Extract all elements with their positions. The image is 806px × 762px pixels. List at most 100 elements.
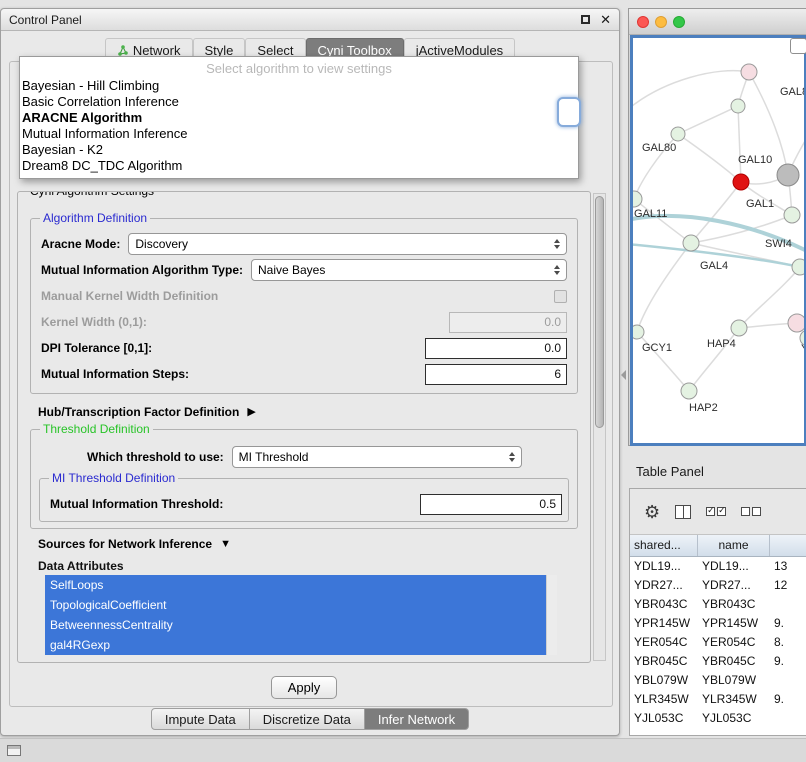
hub-section-toggle[interactable]: Hub/Transcription Factor Definition ▶ [38, 403, 578, 421]
sources-section-toggle[interactable]: Sources for Network Inference ▼ [38, 535, 578, 553]
manual-kernel-label: Manual Kernel Width Definition [41, 289, 218, 303]
attribute-items: SelfLoops TopologicalCoefficient Between… [45, 575, 546, 655]
network-node[interactable] [784, 207, 800, 223]
window-zoom-button[interactable] [673, 16, 685, 28]
network-node[interactable] [731, 99, 745, 113]
network-node[interactable] [671, 127, 685, 141]
attribute-item[interactable]: gal4RGexp [45, 635, 546, 655]
data-attributes-label: Data Attributes [38, 559, 590, 573]
algorithm-combobox[interactable] [557, 97, 581, 127]
settings-scrollbar[interactable] [593, 193, 606, 661]
table-row[interactable]: YBR043CYBR043C [630, 595, 806, 614]
group-title: Threshold Definition [40, 422, 153, 436]
table-row[interactable]: YDL19...YDL19...13 [630, 557, 806, 576]
cell: YER054C [630, 633, 698, 652]
kernel-width-label: Kernel Width (0,1): [41, 315, 147, 329]
network-node[interactable] [741, 64, 757, 80]
columns-icon [675, 505, 691, 519]
table-row[interactable]: YER054CYER054C8. [630, 633, 806, 652]
cell: YDL19... [698, 557, 770, 576]
cell: YBR043C [698, 595, 770, 614]
float-window-icon[interactable] [581, 15, 590, 24]
cyni-settings-group: Cyni Algorithm Settings Algorithm Defini… [17, 191, 591, 663]
network-node[interactable] [633, 325, 644, 339]
node-label: GAL10 [738, 154, 772, 166]
network-node[interactable] [681, 383, 697, 399]
attribute-item[interactable]: TopologicalCoefficient [45, 595, 546, 615]
close-icon[interactable]: ✕ [600, 14, 611, 26]
combo-arrows-icon [554, 265, 560, 275]
tab-discretize-data[interactable]: Discretize Data [250, 708, 365, 730]
dropdown-item[interactable]: Dream8 DC_TDC Algorithm [20, 158, 578, 174]
which-threshold-select[interactable]: MI Threshold [232, 446, 522, 468]
column-header-partial[interactable] [770, 535, 806, 556]
dropdown-item[interactable]: Mutual Information Inference [20, 126, 578, 142]
table-panel-title: Table Panel [636, 464, 704, 479]
network-toolbar-field[interactable] [790, 38, 806, 54]
dpi-tolerance-input[interactable]: 0.0 [425, 338, 567, 359]
dropdown-placeholder: Select algorithm to view settings [20, 59, 578, 78]
aracne-mode-select[interactable]: Discovery [128, 233, 567, 255]
dropdown-item[interactable]: Bayesian - Hill Climbing [20, 78, 578, 94]
cell: 12 [770, 576, 806, 595]
window-close-button[interactable] [637, 16, 649, 28]
table-row[interactable]: YJL053CYJL053C [630, 709, 806, 728]
bottom-dock [0, 738, 806, 762]
scrollbar-thumb[interactable] [595, 196, 604, 428]
network-view-window: GAL80 GAL10 GAL11 GAL1 SWI4 GAL4 GCY1 HA… [628, 8, 806, 446]
apply-button[interactable]: Apply [271, 676, 337, 699]
network-node[interactable] [731, 320, 747, 336]
table-row[interactable]: YLR345WYLR345W9. [630, 690, 806, 709]
table-row[interactable]: YBR045CYBR045C9. [630, 652, 806, 671]
column-header-name[interactable]: name [698, 535, 770, 556]
gear-icon: ⚙ [644, 503, 660, 521]
network-canvas[interactable]: GAL80 GAL10 GAL11 GAL1 SWI4 GAL4 GCY1 HA… [630, 35, 806, 446]
table-row[interactable]: YBL079WYBL079W [630, 671, 806, 690]
dropdown-item-selected[interactable]: ARACNE Algorithm [20, 110, 578, 126]
dpi-tolerance-label: DPI Tolerance [0,1]: [41, 341, 152, 355]
column-header-shared-name[interactable]: shared... [630, 535, 698, 556]
node-label: GAL8 [780, 86, 806, 98]
mi-steps-input[interactable]: 6 [425, 364, 567, 385]
deselect-all-button[interactable] [741, 507, 761, 516]
cell: YER054C [698, 633, 770, 652]
mi-threshold-definition-group: MI Threshold Definition Mutual Informati… [39, 478, 569, 522]
tab-infer-network[interactable]: Infer Network [365, 708, 469, 730]
attribute-item[interactable]: BetweennessCentrality [45, 615, 546, 635]
cell: YDR27... [630, 576, 698, 595]
control-panel-window: Control Panel ✕ Network Style Select Cyn… [0, 8, 620, 736]
attribute-item[interactable]: SelfLoops [45, 575, 546, 595]
tab-impute-data[interactable]: Impute Data [151, 708, 250, 730]
panel-splitter[interactable] [621, 370, 626, 380]
network-node[interactable] [792, 259, 804, 275]
minimized-window-icon[interactable] [7, 745, 21, 756]
dropdown-item[interactable]: Basic Correlation Inference [20, 94, 578, 110]
mi-algorithm-type-select[interactable]: Naive Bayes [251, 259, 567, 281]
desktop: Control Panel ✕ Network Style Select Cyn… [0, 0, 806, 762]
network-node[interactable] [683, 235, 699, 251]
table-settings-gear-button[interactable]: ⚙ [644, 503, 660, 521]
table-row[interactable]: YPR145WYPR145W9. [630, 614, 806, 633]
table-row[interactable]: YDR27...YDR27...12 [630, 576, 806, 595]
table-header: shared... name [630, 535, 806, 557]
cell: YDL19... [630, 557, 698, 576]
cell: YBL079W [698, 671, 770, 690]
list-scrollbar[interactable] [546, 575, 557, 655]
cell: 9. [770, 652, 806, 671]
cell: YPR145W [698, 614, 770, 633]
window-minimize-button[interactable] [655, 16, 667, 28]
network-node[interactable] [777, 164, 799, 186]
threshold-definition-group: Threshold Definition Which threshold to … [30, 429, 578, 529]
network-node-selected[interactable] [733, 174, 749, 190]
unchecked-box-icon [752, 507, 761, 516]
expanded-arrow-icon: ▼ [220, 539, 231, 550]
cell [770, 671, 806, 690]
cell: YPR145W [630, 614, 698, 633]
show-columns-button[interactable] [675, 505, 691, 519]
select-all-button[interactable] [706, 507, 726, 516]
dropdown-item[interactable]: Bayesian - K2 [20, 142, 578, 158]
cell: 9. [770, 690, 806, 709]
cell: YBR045C [630, 652, 698, 671]
mi-threshold-input[interactable]: 0.5 [420, 494, 562, 515]
network-node[interactable] [788, 314, 804, 332]
